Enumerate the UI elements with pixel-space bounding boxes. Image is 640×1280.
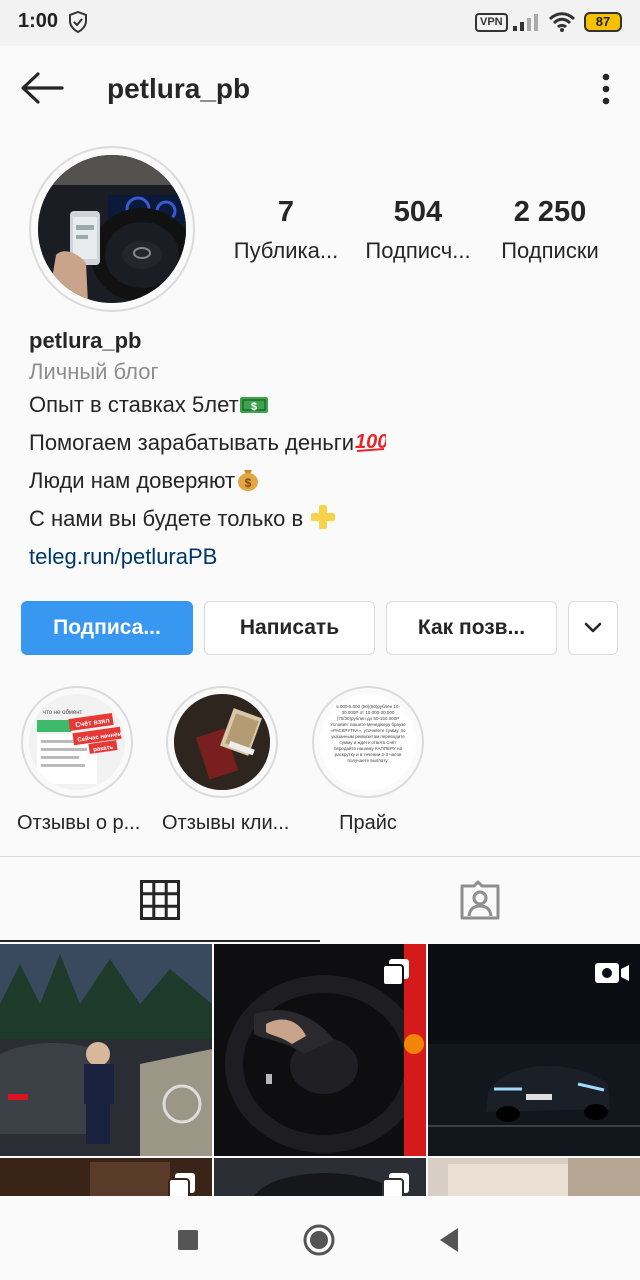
video-icon bbox=[595, 963, 629, 983]
recent-apps-button[interactable] bbox=[170, 1222, 206, 1258]
highlight-ring bbox=[166, 686, 278, 798]
highlight-thumbnail: что не обмент Счёт взял Сейчас начнём ра… bbox=[29, 694, 125, 790]
more-options-button[interactable] bbox=[590, 68, 622, 110]
shield-icon bbox=[68, 10, 88, 38]
bio-line-text: Люди нам доверяют bbox=[29, 468, 236, 493]
bio-line: С нами вы будете только в bbox=[29, 502, 619, 540]
signal-icon bbox=[512, 12, 540, 37]
tagged-person-icon bbox=[460, 880, 500, 920]
dollar-banknote-emoji: $ bbox=[239, 392, 269, 426]
highlight-price[interactable]: 5.000-5.000 (50)(50)рублен 10-30.000Р от… bbox=[308, 686, 428, 835]
profile-avatar-ring[interactable] bbox=[29, 146, 195, 312]
tab-posts-grid[interactable] bbox=[0, 860, 320, 942]
stat-following-value: 2 250 bbox=[513, 196, 587, 228]
post-thumbnail[interactable] bbox=[214, 1158, 426, 1196]
h1-top-text: что не обмент bbox=[43, 710, 83, 716]
bio-category: Личный блог bbox=[29, 359, 159, 384]
wifi-icon bbox=[548, 11, 576, 38]
plus-emoji bbox=[309, 504, 337, 540]
stat-posts-value: 7 bbox=[277, 196, 295, 228]
h3-price-text: 5.000-5.000 (50)(50)рублен 10-30.000Р от… bbox=[330, 704, 406, 763]
bio-line: Опыт в ставках 5лет $ bbox=[29, 388, 619, 426]
highlight-reviews-results[interactable]: что не обмент Счёт взял Сейчас начнём ра… bbox=[17, 686, 141, 835]
stat-posts-label: Публика... bbox=[233, 238, 339, 263]
system-navigation-bar bbox=[0, 1196, 640, 1280]
vpn-badge: VPN bbox=[475, 13, 508, 32]
avatar bbox=[38, 155, 186, 303]
follow-button[interactable]: Подписа... bbox=[21, 601, 193, 655]
contact-button[interactable]: Как позв... bbox=[386, 601, 557, 655]
highlight-thumbnail bbox=[174, 694, 270, 790]
stat-following-label: Подписки bbox=[501, 238, 599, 263]
grid-icon bbox=[140, 880, 180, 920]
stat-followers[interactable]: 504 Подписч... bbox=[356, 194, 480, 266]
stat-followers-value: 504 bbox=[393, 196, 443, 228]
highlight-label: Отзывы кли... bbox=[162, 812, 290, 834]
post-thumbnail[interactable] bbox=[428, 1158, 640, 1196]
profile-header: petlura_pb bbox=[0, 46, 640, 132]
bio-link[interactable]: teleg.run/petluraPB bbox=[29, 540, 619, 574]
highlight-thumbnail: 5.000-5.000 (50)(50)рублен 10-30.000Р от… bbox=[320, 694, 416, 790]
status-bar: 1:00 VPN 87 bbox=[0, 0, 640, 46]
tabs-divider bbox=[0, 856, 640, 857]
header-username: petlura_pb bbox=[107, 73, 251, 104]
bio-line-text: С нами вы будете только в bbox=[29, 506, 310, 531]
highlight-ring: 5.000-5.000 (50)(50)рублен 10-30.000Р от… bbox=[312, 686, 424, 798]
svg-text:$: $ bbox=[245, 476, 252, 490]
tab-tagged[interactable] bbox=[320, 860, 640, 942]
highlight-ring: что не обмент Счёт взял Сейчас начнём ра… bbox=[21, 686, 133, 798]
stat-posts[interactable]: 7 Публика... bbox=[226, 194, 346, 266]
multiple-posts-icon bbox=[382, 1173, 409, 1196]
status-time: 1:00 bbox=[18, 10, 59, 32]
triangle-back-icon bbox=[440, 1228, 458, 1252]
post-thumbnail[interactable] bbox=[214, 944, 426, 1156]
money-bag-emoji: $ bbox=[235, 466, 261, 502]
highlight-label: Отзывы о р... bbox=[17, 812, 141, 834]
bio-line: Люди нам доверяют $ bbox=[29, 464, 619, 502]
square-icon bbox=[178, 1230, 198, 1250]
stat-following[interactable]: 2 250 Подписки bbox=[488, 194, 612, 266]
back-nav-button[interactable] bbox=[432, 1222, 468, 1258]
svg-text:$: $ bbox=[251, 401, 257, 413]
tab-active-indicator bbox=[0, 940, 320, 942]
home-button[interactable] bbox=[301, 1222, 337, 1258]
suggested-dropdown-button[interactable] bbox=[568, 601, 618, 655]
bio-line-text: Помогаем зарабатывать деньги bbox=[29, 430, 355, 455]
battery-icon: 87 bbox=[584, 12, 622, 32]
profile-bio: petlura_pb Личный блог Опыт в ставках 5л… bbox=[29, 326, 619, 574]
multiple-posts-icon bbox=[382, 959, 409, 986]
more-vertical-icon bbox=[602, 73, 610, 105]
message-button[interactable]: Написать bbox=[204, 601, 375, 655]
bio-name: petlura_pb bbox=[29, 328, 142, 353]
hundred-points-emoji: 100 bbox=[354, 428, 388, 464]
post-thumbnail[interactable] bbox=[0, 944, 212, 1156]
post-thumbnail[interactable] bbox=[0, 1158, 212, 1196]
highlight-reviews-clients[interactable]: Отзывы кли... bbox=[162, 686, 290, 835]
back-arrow-icon bbox=[21, 72, 64, 104]
post-thumbnail[interactable] bbox=[428, 944, 640, 1156]
multiple-posts-icon bbox=[168, 1173, 195, 1196]
stat-followers-label: Подписч... bbox=[365, 238, 471, 263]
back-button[interactable] bbox=[18, 70, 66, 106]
circle-icon bbox=[303, 1224, 335, 1256]
bio-line: Помогаем зарабатывать деньги 100 bbox=[29, 426, 619, 464]
chevron-down-icon bbox=[584, 622, 602, 633]
bio-line-text: Опыт в ставках 5лет bbox=[29, 392, 239, 417]
highlight-label: Прайс bbox=[339, 812, 397, 834]
